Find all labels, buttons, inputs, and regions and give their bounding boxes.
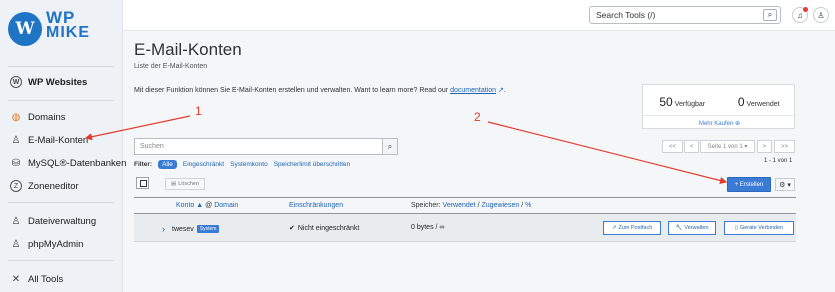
- user-files-icon: ♙: [11, 215, 21, 227]
- trash-icon: ▤: [171, 181, 177, 187]
- sidebar-item-zoneneditor[interactable]: Z Zoneneditor: [10, 180, 79, 192]
- quota-box: 50 Verfügbar 0 Verwendet Mehr Kaufen ⊕: [642, 84, 796, 129]
- external-link-icon: ↗: [611, 225, 617, 231]
- filter-bar: Filter: Alle Eingeschränkt Systemkonto S…: [134, 160, 350, 169]
- available-stat: 50 Verfügbar: [659, 95, 706, 109]
- header-storage: Speicher: Verwendet / Zugewiesen / %: [411, 202, 532, 209]
- result-count: 1 - 1 von 1: [764, 158, 793, 164]
- zone-icon: Z: [10, 180, 22, 192]
- database-icon: ⛁: [11, 157, 21, 169]
- go-to-mailbox-button[interactable]: ↗ Zum Postfach: [603, 221, 661, 235]
- wordpress-logo-icon: W: [8, 12, 42, 46]
- documentation-link[interactable]: documentation: [450, 87, 496, 94]
- table-border: [134, 197, 796, 198]
- pager-first-button[interactable]: <<: [662, 140, 683, 153]
- header-restrictions[interactable]: Einschränkungen: [289, 202, 343, 209]
- sidebar-divider: [8, 66, 114, 67]
- sidebar-item-wp-websites[interactable]: W WP Websites: [10, 76, 87, 88]
- annotation-label-1: 1: [195, 104, 202, 118]
- sidebar: W WP MIKE W WP Websites ◍ Domains ♙ E-Ma…: [0, 0, 127, 292]
- annotation-label-2: 2: [474, 110, 481, 124]
- connect-devices-button[interactable]: ▯ Geräte Verbinden: [724, 221, 794, 235]
- sidebar-item-label: E-Mail-Konten: [28, 134, 89, 146]
- buy-more-link[interactable]: Mehr Kaufen ⊕: [643, 115, 796, 127]
- wp-mike-logo[interactable]: W WP MIKE: [8, 8, 116, 50]
- sidebar-item-email-konten[interactable]: ♙ E-Mail-Konten: [10, 134, 89, 146]
- chevron-right-icon[interactable]: ›: [162, 224, 165, 234]
- sort-asc-icon[interactable]: ▲: [196, 202, 203, 209]
- filter-system-account[interactable]: Systemkonto: [230, 161, 268, 168]
- logo-text-mike: MIKE: [46, 24, 90, 41]
- sidebar-item-dateiverwaltung[interactable]: ♙ Dateiverwaltung: [10, 215, 97, 227]
- search-icon[interactable]: ⌕: [382, 138, 398, 155]
- filter-all[interactable]: Alle: [158, 160, 177, 169]
- wrench-icon: 🔧: [675, 225, 683, 231]
- tools-icon: ✕: [11, 273, 21, 285]
- filter-label: Filter:: [134, 161, 153, 168]
- sidebar-divider: [8, 202, 114, 203]
- sidebar-item-label: Zoneneditor: [28, 180, 79, 192]
- used-stat: 0 Verwendet: [737, 95, 780, 109]
- search-tools-input[interactable]: Search Tools (/) ⌕: [589, 6, 781, 24]
- sidebar-item-label: Dateiverwaltung: [28, 215, 97, 227]
- sidebar-item-domains[interactable]: ◍ Domains: [10, 111, 66, 123]
- device-icon: ▯: [734, 225, 738, 231]
- create-button[interactable]: + Erstellen: [727, 177, 771, 192]
- sidebar-divider: [8, 100, 114, 101]
- notification-dot: [803, 7, 808, 12]
- page-title: E-Mail-Konten: [134, 40, 242, 59]
- account-search-input[interactable]: Suchen ⌕: [134, 138, 398, 155]
- restriction-cell: ✔ Nicht eingeschränkt: [289, 224, 360, 233]
- filter-quota-exceeded[interactable]: Speicherlimit überschritten: [274, 161, 351, 168]
- search-icon[interactable]: ⌕: [763, 9, 777, 21]
- sidebar-item-mysql[interactable]: ⛁ MySQL®-Datenbanken: [10, 157, 127, 169]
- manage-button[interactable]: 🔧 Verwalten: [668, 221, 716, 235]
- search-tools-placeholder: Search Tools (/): [596, 10, 656, 20]
- check-icon: ✔: [289, 225, 295, 232]
- pager-next-button[interactable]: >: [757, 140, 772, 153]
- account-search-placeholder: Suchen: [140, 143, 164, 150]
- sidebar-item-label: Domains: [28, 111, 66, 123]
- system-badge: System: [196, 225, 220, 233]
- pager-prev-button[interactable]: <: [684, 140, 699, 153]
- pager-page-select[interactable]: Seite 1 von 1 ▾: [700, 140, 755, 153]
- wordpress-icon: W: [10, 76, 22, 88]
- sidebar-item-label: MySQL®-Datenbanken: [28, 157, 127, 169]
- account-cell: › twesev System: [162, 224, 220, 234]
- select-all-checkbox[interactable]: [136, 177, 149, 189]
- user-admin-icon: ♙: [11, 238, 21, 250]
- sidebar-item-all-tools[interactable]: ✕ All Tools: [10, 273, 63, 285]
- bell-icon[interactable]: ♫: [792, 7, 808, 23]
- sidebar-divider: [8, 260, 114, 261]
- account-name: twesev: [172, 225, 194, 233]
- user-icon[interactable]: ♙: [813, 7, 829, 23]
- header-account[interactable]: Konto ▲ @ Domain: [176, 202, 238, 209]
- user-mail-icon: ♙: [11, 134, 21, 146]
- intro-text: Mit dieser Funktion können Sie E-Mail-Ko…: [134, 87, 506, 94]
- filter-restricted[interactable]: Eingeschränkt: [183, 161, 224, 168]
- pager-last-button[interactable]: >>: [774, 140, 795, 153]
- settings-gear-button[interactable]: ⚙ ▾: [775, 178, 795, 191]
- sidebar-item-label: phpMyAdmin: [28, 238, 84, 250]
- logo-text-wp: WP: [46, 8, 76, 27]
- delete-button[interactable]: ▤ Löschen: [165, 178, 205, 190]
- sidebar-item-label: WP Websites: [28, 76, 88, 88]
- external-link-icon[interactable]: ↗: [496, 87, 504, 94]
- sidebar-item-label: All Tools: [28, 273, 64, 285]
- storage-cell: 0 bytes / ∞: [411, 224, 445, 231]
- top-bar: Search Tools (/) ⌕ ♫ ♙: [123, 0, 835, 31]
- globe-icon: ◍: [11, 111, 21, 123]
- page-subtitle: Liste der E-Mail-Konten: [134, 63, 208, 70]
- sidebar-item-phpmyadmin[interactable]: ♙ phpMyAdmin: [10, 238, 84, 250]
